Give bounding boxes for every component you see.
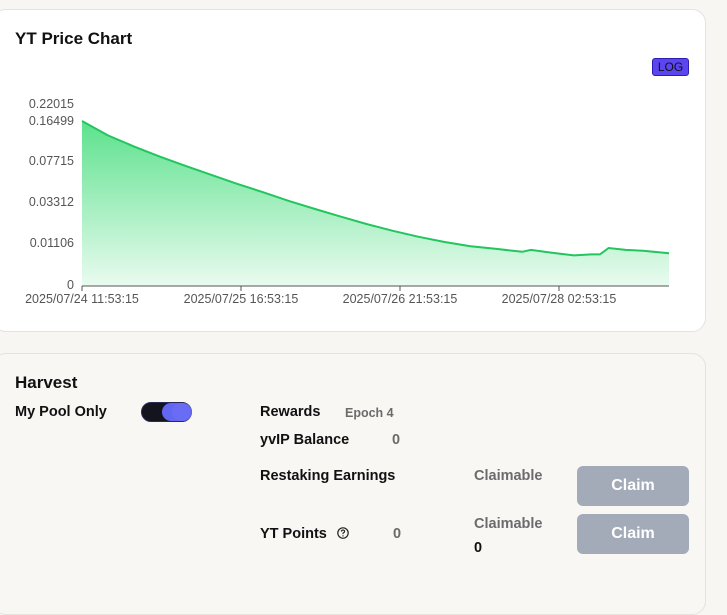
yt-claimable-label: Claimable	[474, 516, 543, 532]
y-tick-label: 0.01106	[30, 236, 74, 250]
yt-points-label: YT Points	[260, 526, 327, 542]
harvest-title: Harvest	[15, 373, 78, 392]
price-area	[82, 121, 669, 286]
yt-points-claim-button[interactable]: Claim	[577, 514, 689, 554]
yt-points-value: 0	[393, 526, 402, 542]
epoch-label: Epoch 4	[345, 406, 394, 420]
yvip-balance-label: yvIP Balance	[260, 432, 350, 448]
x-tick-label: 2025/07/28 02:53:15	[502, 292, 617, 306]
rewards-label: Rewards	[260, 404, 321, 420]
restaking-earnings-label: Restaking Earnings	[260, 468, 396, 484]
restaking-claim-button[interactable]: Claim	[577, 466, 689, 506]
toggle-knob	[172, 403, 190, 421]
my-pool-only-label: My Pool Only	[15, 404, 107, 420]
restaking-claimable-label: Claimable	[474, 468, 543, 484]
yvip-balance-value: 0	[392, 432, 401, 448]
yt-claimable-value: 0	[474, 540, 483, 556]
help-circle-icon[interactable]	[337, 527, 349, 539]
y-tick-label: 0.07715	[29, 154, 74, 168]
x-tick-label: 2025/07/26 21:53:15	[343, 292, 458, 306]
x-tick-label: 2025/07/24 11:53:15	[25, 292, 139, 306]
y-tick-label: 0.22015	[29, 97, 74, 111]
y-tick-label: 0.16499	[29, 114, 74, 128]
y-tick-label: 0.03312	[29, 195, 74, 209]
my-pool-only-toggle[interactable]	[141, 402, 192, 422]
price-chart: 0.22015 0.16499 0.07715 0.03312 0.01106 0 202…	[25, 97, 670, 306]
x-tick-label: 2025/07/25 16:53:15	[184, 292, 299, 306]
y-tick-label: 0	[67, 278, 74, 292]
